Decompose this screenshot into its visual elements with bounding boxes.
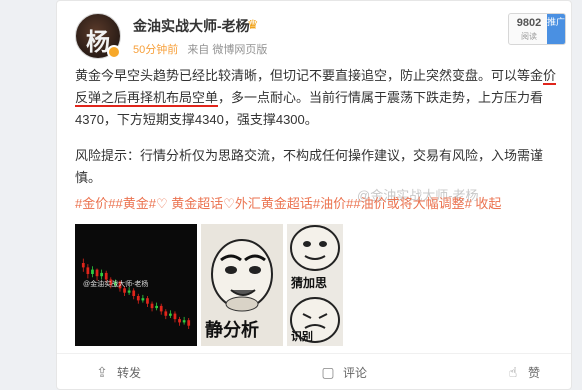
candle-body — [182, 320, 186, 323]
user-name[interactable]: 金油实战大师-老杨 — [133, 16, 250, 36]
tag-gold-price[interactable]: #金价# — [75, 196, 115, 211]
candle-body — [81, 263, 85, 268]
post-paragraph-2: 风险提示：行情分析仅为思路交流，不构成任何操作建议，交易有风险，入场需谨慎。 — [75, 148, 544, 185]
action-bar: ⇪ 转发 ▢ 评论 ☝ 赞 — [57, 353, 571, 389]
candle-body — [173, 313, 177, 320]
candle-body — [132, 290, 136, 296]
promote-button[interactable]: 推广 — [547, 14, 565, 44]
candle-body — [164, 311, 168, 316]
candle-body — [95, 269, 99, 277]
post-meta: 50分钟前 来自 微博网页版 — [133, 41, 267, 57]
repost-icon: ⇪ — [96, 364, 108, 380]
candle-body — [127, 290, 131, 293]
hashtag-line: #金价##黄金#♡ 黄金超话♡外汇黄金超话#油价##油价或将大幅调整# 收起 — [75, 193, 565, 212]
chart-watermark: @金油实战大师-老杨 — [83, 281, 149, 288]
read-count-badge[interactable]: 9802 阅读 推广 — [508, 13, 566, 45]
candle-body — [178, 319, 181, 323]
crown-icon[interactable]: ♛ — [247, 17, 259, 33]
post-image-chart[interactable]: @金油实战大师-老杨 — [75, 224, 197, 346]
read-label: 阅读 — [521, 32, 537, 41]
post-image-meme-2[interactable]: 猜加思 识别 — [287, 224, 343, 346]
meme-2-caption-bottom: 识别 — [291, 331, 313, 343]
post-image-meme-1[interactable]: 静分析 — [201, 224, 283, 346]
post-source[interactable]: 微博网页版 — [212, 44, 267, 56]
candle-body — [150, 303, 154, 309]
candle-body — [100, 272, 103, 277]
tag-oil-adjust[interactable]: #油价或将大幅调整# — [353, 196, 471, 211]
candle-body — [86, 267, 90, 274]
post-paragraph-1: 黄金今早空头趋势已经比较清晰，但切记不要直接追空，防止突然变盘。可以等金价反弹之… — [75, 65, 565, 131]
like-button[interactable]: ☝ 赞 — [504, 362, 540, 382]
tag-gold[interactable]: #黄金# — [115, 196, 155, 211]
tag-gold-super[interactable]: ♡ 黄金超话♡ — [156, 196, 235, 211]
read-count: 9802 — [516, 17, 542, 29]
meme-2-caption-top: 猜加思 — [291, 276, 328, 290]
tag-oil-price[interactable]: #油价# — [313, 196, 353, 211]
like-icon: ☝ — [508, 364, 518, 380]
candle-body — [91, 269, 94, 274]
tag-forex-gold-super[interactable]: 外汇黄金超话 — [235, 196, 313, 211]
repost-button[interactable]: ⇪ 转发 — [93, 362, 141, 382]
candle-body — [136, 296, 140, 301]
like-label: 赞 — [528, 366, 541, 380]
source-prefix: 来自 — [187, 44, 210, 56]
candle-body — [187, 320, 191, 326]
candle-body — [169, 313, 172, 316]
post-p1-a: 黄金今早空头趋势已经比较清晰，但切记不要直接追空，防止突然变盘。可以等金 — [75, 68, 544, 83]
post-time[interactable]: 50分钟前 — [133, 44, 178, 56]
candle-body — [146, 298, 149, 304]
comment-icon: ▢ — [321, 364, 335, 380]
comment-button[interactable]: ▢ 评论 — [319, 362, 367, 382]
post-text: 黄金今早空头趋势已经比较清晰，但切记不要直接追空，防止突然变盘。可以等金价反弹之… — [75, 65, 565, 203]
candle-body — [159, 305, 163, 312]
comment-label: 评论 — [343, 366, 368, 380]
weibo-post-card: 杨 金油实战大师-老杨 ♛ 50分钟前 来自 微博网页版 9802 阅读 推广 … — [56, 0, 572, 390]
candle-body — [141, 298, 145, 301]
candle-body — [155, 305, 158, 309]
verified-badge-icon — [107, 45, 121, 59]
meme-1-caption: 静分析 — [205, 320, 259, 340]
collapse-link[interactable]: 收起 — [472, 196, 501, 211]
repost-label: 转发 — [117, 366, 142, 380]
